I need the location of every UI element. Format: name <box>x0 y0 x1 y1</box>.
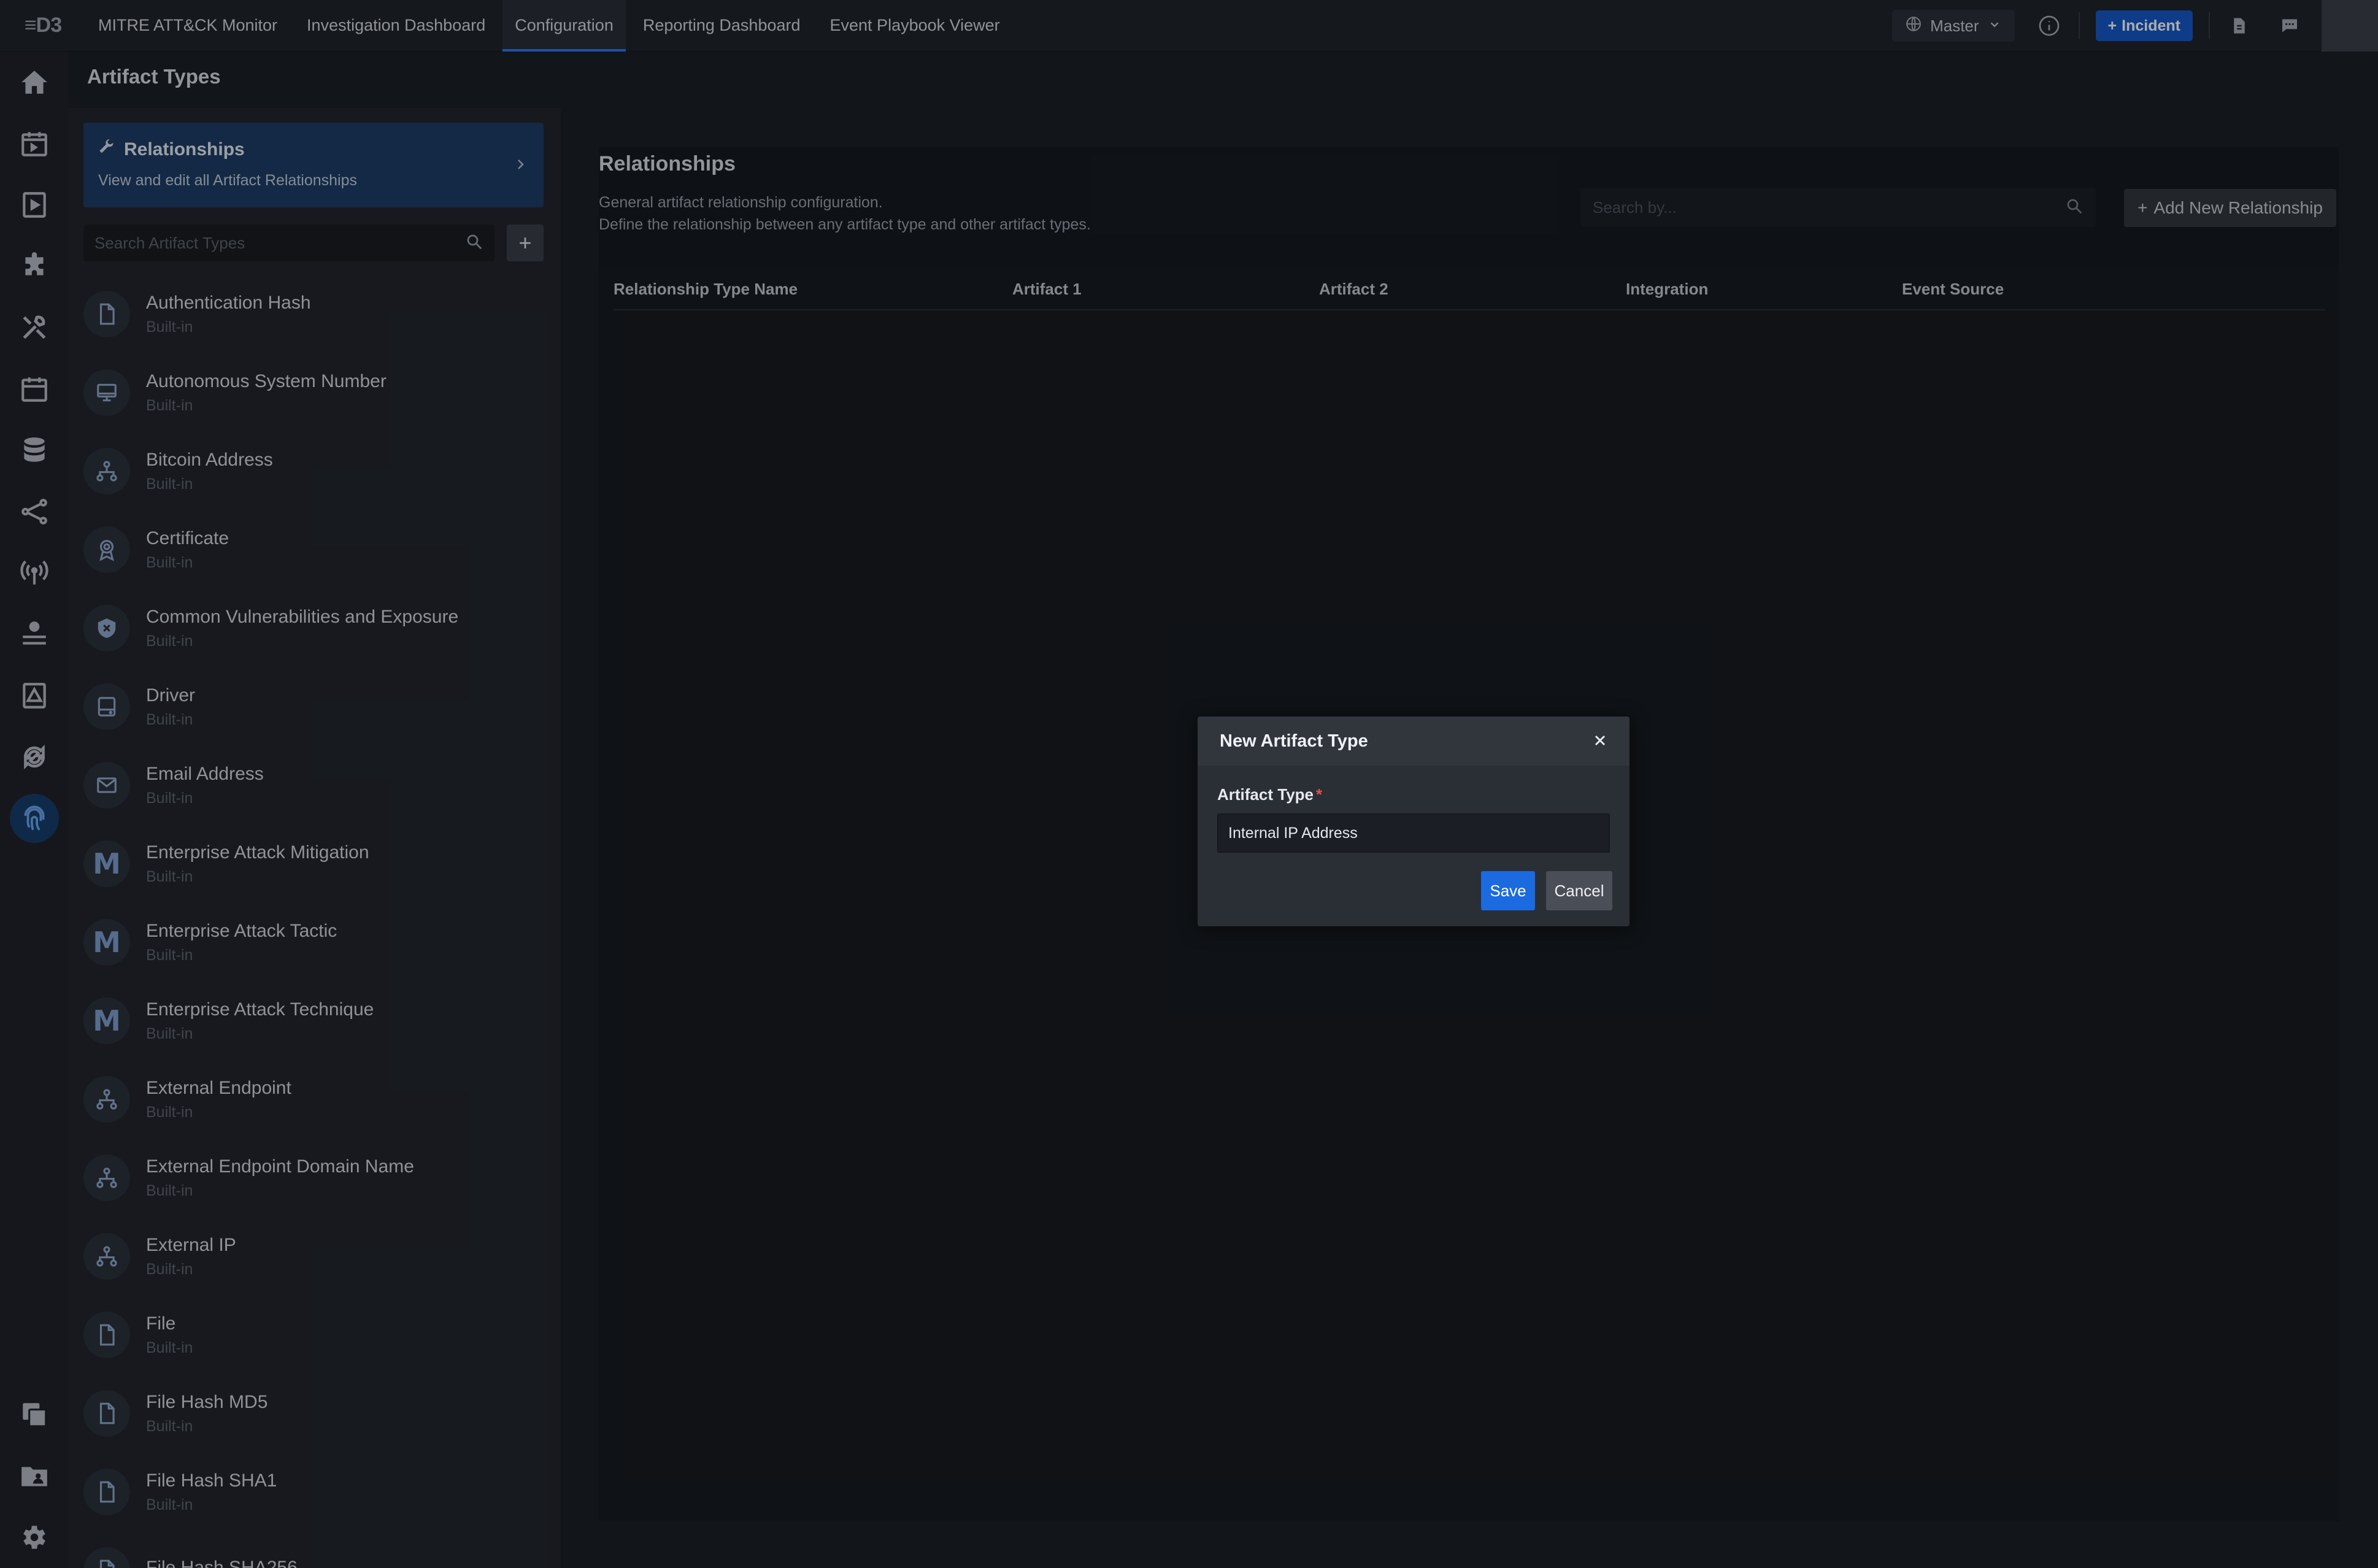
required-marker: * <box>1316 785 1323 804</box>
save-button[interactable]: Save <box>1481 871 1535 910</box>
dialog-header: New Artifact Type <box>1198 717 1630 766</box>
artifact-type-label: Artifact Type * <box>1217 785 1322 804</box>
modal-overlay <box>0 0 2378 1568</box>
artifact-type-input[interactable] <box>1217 813 1610 853</box>
close-icon[interactable] <box>1593 729 1607 753</box>
artifact-type-label-text: Artifact Type <box>1217 785 1314 804</box>
cancel-button[interactable]: Cancel <box>1546 871 1612 910</box>
new-artifact-type-dialog: New Artifact Type Artifact Type* Save Ca… <box>1198 717 1630 926</box>
dialog-title: New Artifact Type <box>1220 731 1368 751</box>
